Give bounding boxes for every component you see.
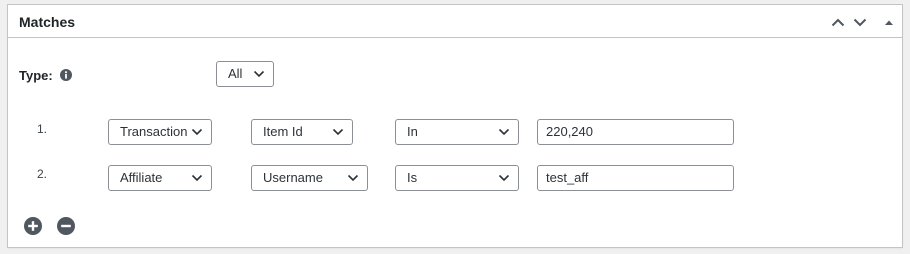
panel-header: Matches	[8, 5, 902, 38]
panel-title: Matches	[19, 14, 76, 30]
matches-panel: Matches Type: All 1. Transaction Item Id…	[7, 4, 903, 248]
chevron-down-icon	[498, 128, 510, 136]
chevron-up-icon	[831, 18, 845, 26]
rule-value-input[interactable]: test_aff	[537, 165, 734, 191]
rule-operator-select[interactable]: In	[395, 119, 519, 145]
minus-circle-icon[interactable]	[57, 217, 75, 235]
toggle-panel-button[interactable]	[879, 12, 899, 32]
rule-field-value: Username	[263, 170, 323, 185]
rule-operator-value: Is	[407, 170, 418, 185]
rule-number: 1.	[37, 122, 48, 136]
info-icon[interactable]	[60, 69, 72, 81]
rule-field-select[interactable]: Username	[251, 165, 368, 191]
type-select-value: All	[228, 66, 243, 81]
chevron-down-icon	[191, 128, 203, 136]
rule-operator-select[interactable]: Is	[395, 165, 519, 191]
rule-object-select[interactable]: Transaction	[108, 119, 212, 145]
chevron-down-icon	[332, 128, 344, 136]
rule-field-select[interactable]: Item Id	[251, 119, 353, 145]
rule-value-input[interactable]: 220,240	[537, 119, 734, 145]
rule-number: 2.	[37, 167, 48, 181]
rule-operator-value: In	[407, 124, 418, 139]
rule-field-value: Item Id	[263, 124, 303, 139]
move-down-button[interactable]	[850, 12, 870, 32]
type-label: Type:	[19, 68, 53, 83]
chevron-down-icon	[347, 174, 359, 182]
chevron-down-icon	[853, 18, 867, 26]
rule-object-value: Affiliate	[120, 170, 163, 185]
rule-object-value: Transaction	[120, 124, 188, 139]
type-select[interactable]: All	[216, 61, 274, 87]
triangle-up-icon	[885, 20, 893, 25]
chevron-down-icon	[498, 174, 510, 182]
chevron-down-icon	[191, 174, 203, 182]
plus-circle-icon[interactable]	[24, 217, 42, 235]
rule-object-select[interactable]: Affiliate	[108, 165, 212, 191]
chevron-down-icon	[253, 70, 265, 78]
move-up-button[interactable]	[828, 12, 848, 32]
